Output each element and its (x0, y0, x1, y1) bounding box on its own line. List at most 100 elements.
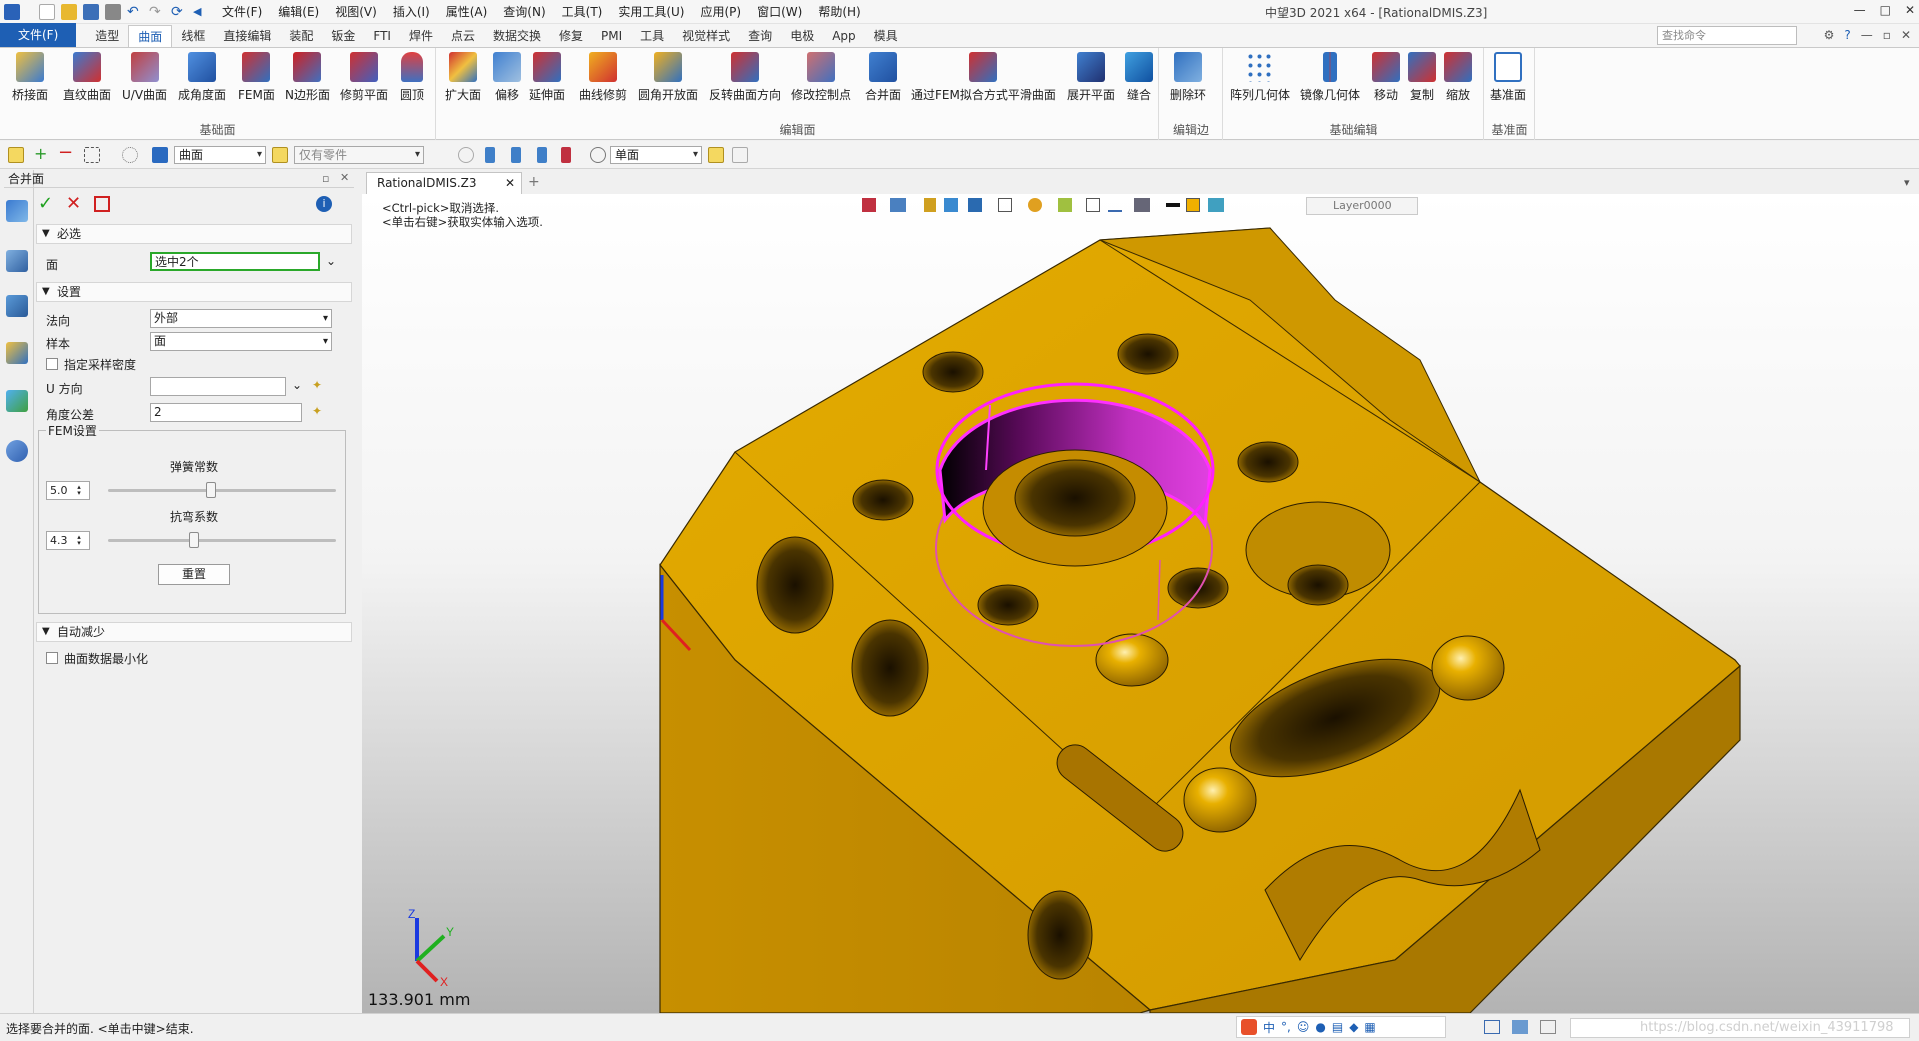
document-tab[interactable]: RationalDMIS.Z3 ✕ (366, 172, 522, 194)
scale-button[interactable]: 缩放 (1444, 52, 1472, 103)
redo-icon[interactable]: ↷ (149, 4, 165, 20)
print-icon[interactable] (105, 3, 121, 20)
tab-data-exchange[interactable]: 数据交换 (484, 25, 550, 47)
arrow-left-icon[interactable]: ◀ (193, 4, 209, 20)
tab-electrode[interactable]: 电极 (781, 25, 823, 47)
options-icon[interactable] (732, 147, 748, 163)
hole[interactable] (1237, 441, 1299, 483)
copy-button[interactable]: 复制 (1408, 52, 1436, 103)
tab-surface[interactable]: 曲面 (128, 25, 173, 47)
ime-language[interactable]: 中 (1263, 1019, 1275, 1036)
side-hole[interactable] (851, 619, 929, 717)
uv-surface-button[interactable]: U/V曲面 (122, 52, 167, 103)
u-direction-pick-icon[interactable]: ✦ (312, 378, 322, 392)
tab-app[interactable]: App (823, 25, 864, 47)
undo-icon[interactable]: ↶ (127, 4, 143, 20)
hole[interactable] (1117, 333, 1179, 375)
section-settings[interactable]: 设置 (36, 282, 352, 302)
tab-tools[interactable]: 工具 (631, 25, 673, 47)
new-tab-icon[interactable]: + (528, 174, 540, 190)
offset-button[interactable]: 偏移 (493, 52, 521, 103)
lasso-icon[interactable] (122, 147, 138, 163)
angled-face-button[interactable]: 成角度面 (178, 52, 226, 103)
merge-face-button[interactable]: 合并面 (865, 52, 901, 103)
face-mode-select[interactable]: 单面 (610, 146, 702, 164)
skin-icon[interactable]: ◆ (1349, 1020, 1358, 1034)
section-auto-reduce[interactable]: 自动减少 (36, 622, 352, 642)
view-manager-icon[interactable] (6, 390, 28, 412)
document-tab-close-icon[interactable]: ✕ (505, 173, 515, 193)
tab-pmi[interactable]: PMI (592, 25, 631, 47)
new-file-icon[interactable] (39, 3, 55, 20)
panel-close-icon[interactable]: ✕ (340, 171, 349, 184)
feature-manager-icon[interactable] (6, 200, 28, 222)
datum-plane-button[interactable]: 基准面 (1490, 52, 1526, 103)
settings-icon[interactable]: ⚙ (1824, 28, 1835, 42)
reverse-direction-button[interactable]: 反转曲面方向 (709, 52, 781, 103)
help-icon[interactable]: ? (1844, 28, 1850, 42)
command-search-input[interactable]: 查找命令 (1657, 26, 1797, 45)
face-mode-icon[interactable] (590, 147, 606, 163)
align-icon-1[interactable] (485, 147, 495, 163)
refresh-icon[interactable]: ⟳ (171, 4, 187, 20)
hole[interactable] (977, 584, 1039, 626)
ribbon-restore-icon[interactable]: ▫ (1883, 28, 1891, 42)
tab-pointcloud[interactable]: 点云 (442, 25, 484, 47)
voice-icon[interactable]: ● (1315, 1020, 1325, 1034)
menu-inquire[interactable]: 查询(N) (503, 3, 545, 20)
curve-trim-button[interactable]: 曲线修剪 (579, 52, 627, 103)
angle-tolerance-field[interactable]: 2 (150, 403, 302, 422)
align-icon-4[interactable] (561, 147, 571, 163)
status-view-icon-2[interactable] (1512, 1020, 1528, 1034)
cancel-icon[interactable]: ✕ (66, 194, 86, 214)
tab-visual-style[interactable]: 视觉样式 (673, 25, 739, 47)
sogou-icon[interactable] (1241, 1019, 1257, 1035)
fillet-open-face-button[interactable]: 圆角开放面 (638, 52, 698, 103)
part-filter-select[interactable]: 仅有零件 (294, 146, 424, 164)
snap-icon[interactable] (458, 147, 474, 163)
hole[interactable] (1167, 567, 1229, 609)
align-icon-3[interactable] (537, 147, 547, 163)
tab-sheetmetal[interactable]: 钣金 (322, 25, 364, 47)
tab-direct-edit[interactable]: 直接编辑 (214, 25, 280, 47)
add-icon[interactable]: + (34, 146, 50, 163)
dome[interactable] (1183, 767, 1257, 833)
minimize-data-checkbox[interactable] (46, 652, 58, 664)
delete-loop-button[interactable]: 删除环 (1170, 52, 1206, 103)
keyboard-icon[interactable]: ▤ (1332, 1020, 1343, 1034)
tab-modeling[interactable]: 造型 (86, 25, 128, 47)
maximize-button[interactable]: □ (1880, 3, 1891, 17)
reset-button[interactable]: 重置 (158, 564, 230, 585)
side-hole[interactable] (756, 536, 834, 634)
tab-weldment[interactable]: 焊件 (400, 25, 442, 47)
info-icon[interactable]: i (316, 196, 332, 212)
status-view-icon-1[interactable] (1484, 1020, 1500, 1034)
normal-select[interactable]: 外部 (150, 309, 332, 328)
history-icon[interactable] (6, 295, 28, 317)
section-required[interactable]: 必选 (36, 224, 352, 244)
u-direction-expand-icon[interactable]: ⌄ (292, 378, 302, 392)
emoji-icon[interactable]: ☺ (1297, 1020, 1310, 1034)
menu-insert[interactable]: 插入(I) (393, 3, 430, 20)
filter-select[interactable]: 曲面 (174, 146, 266, 164)
ruled-surface-button[interactable]: 直纹曲面 (63, 52, 111, 103)
menu-tools[interactable]: 工具(T) (562, 3, 603, 20)
hole[interactable] (922, 351, 984, 393)
stitch-button[interactable]: 缝合 (1125, 52, 1153, 103)
cursor-mode-icon[interactable] (708, 147, 724, 163)
fem-face-button[interactable]: FEM面 (238, 52, 275, 103)
mirror-geometry-button[interactable]: 镜像几何体 (1300, 52, 1360, 103)
ribbon-minimize-icon[interactable]: — (1861, 28, 1873, 42)
face-selection-field[interactable]: 选中2个 (150, 252, 320, 271)
side-hole[interactable] (1027, 890, 1093, 980)
remove-icon[interactable]: − (58, 144, 74, 163)
box-select-icon[interactable] (84, 147, 100, 163)
app-logo-icon[interactable] (4, 3, 20, 20)
expand-chevron-icon[interactable]: ⌄ (326, 254, 336, 268)
spring-constant-slider[interactable] (206, 482, 217, 498)
viewport-menu-icon[interactable]: ▾ (1904, 176, 1910, 189)
menu-window[interactable]: 窗口(W) (757, 3, 802, 20)
menu-help[interactable]: 帮助(H) (818, 3, 860, 20)
n-sided-face-button[interactable]: N边形面 (285, 52, 330, 103)
angle-tolerance-pick-icon[interactable]: ✦ (312, 404, 322, 418)
